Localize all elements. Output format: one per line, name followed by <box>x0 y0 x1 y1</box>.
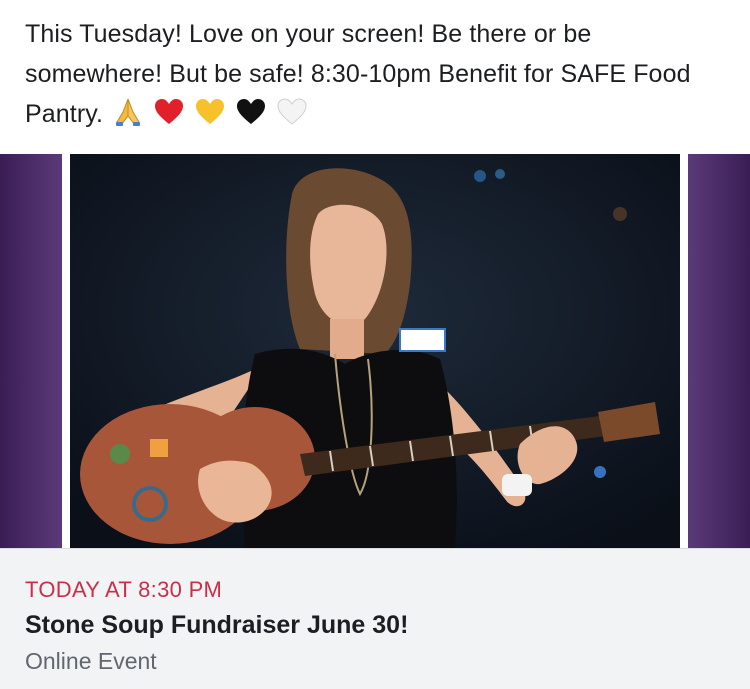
event-title[interactable]: Stone Soup Fundraiser June 30! <box>25 611 408 640</box>
event-info-bar[interactable]: TODAY AT 8:30 PM Stone Soup Fundraiser J… <box>0 548 750 689</box>
red-heart-icon <box>153 96 185 140</box>
yellow-heart-icon <box>194 96 226 140</box>
post-text: This Tuesday! Love on your screen! Be th… <box>25 14 725 140</box>
event-time: TODAY AT 8:30 PM <box>25 577 223 602</box>
black-heart-icon <box>235 96 267 140</box>
event-location: Online Event <box>25 648 157 674</box>
event-cover-photo[interactable] <box>0 154 750 548</box>
folded-hands-icon <box>112 96 144 140</box>
white-heart-icon <box>276 96 308 140</box>
